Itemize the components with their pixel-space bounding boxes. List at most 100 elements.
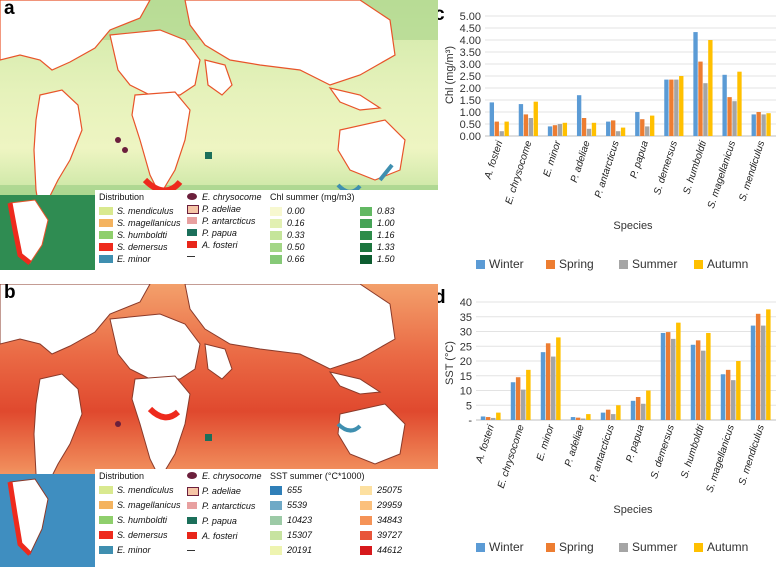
y-tick-label: 35 <box>460 312 472 324</box>
scale-label: 0.33 <box>287 230 305 240</box>
bar-winter <box>690 344 696 420</box>
category-label: S. humboldti <box>681 139 709 196</box>
bar-winter <box>630 400 636 420</box>
legend-item-label: P. papua <box>202 516 237 526</box>
scale-label: 5539 <box>287 500 308 510</box>
scale-label: 0.66 <box>287 254 305 264</box>
category-label: S. magellanicus <box>706 140 738 211</box>
bar-summer <box>615 131 621 136</box>
bar-autumn <box>676 322 681 420</box>
bar-summer <box>491 417 496 420</box>
scale-label: 29959 <box>377 500 403 510</box>
bar-summer <box>499 131 504 136</box>
y-axis-title: SST (°C) <box>444 341 456 385</box>
bar-winter <box>480 416 486 420</box>
legend-item-label: S. mendiculus <box>117 485 174 495</box>
y-tick-label: 2.00 <box>460 83 481 95</box>
legend-swatch <box>99 516 113 524</box>
legend-item-label: P. papua <box>202 228 237 238</box>
bar-spring <box>665 332 671 420</box>
bar-winter <box>664 79 669 136</box>
legend-label: Summer <box>632 257 677 271</box>
legend-swatch <box>99 207 113 215</box>
bar-autumn <box>586 414 591 420</box>
bar-spring <box>545 343 551 420</box>
sst-bar-chart: d - 5 10 15 20 25 30 35 40 A. fosteri E. chrysoco… <box>438 287 776 554</box>
legend-swatch-winter <box>476 543 485 552</box>
scale-label: 44612 <box>377 545 403 555</box>
category-label: P. antarcticus <box>593 140 622 200</box>
bar-autumn <box>504 121 509 136</box>
category-label: S. mendiculus <box>737 140 767 203</box>
category-label: A. fosteri <box>482 139 505 182</box>
legend-item-label: E. chrysocome <box>202 192 262 202</box>
category-label: E. minor <box>542 139 564 178</box>
category-label: S. demersus <box>652 140 680 197</box>
scale-swatch <box>360 501 372 510</box>
bar-autumn <box>526 369 531 420</box>
bar-summer <box>641 403 646 420</box>
y-tick-label: 1.00 <box>460 107 481 119</box>
bar-spring <box>695 340 701 420</box>
legend-item-label: P. adeliae <box>202 204 241 214</box>
scale-label: 1.16 <box>377 230 395 240</box>
y-tick-label: 5 <box>466 400 472 412</box>
scale-swatch <box>270 219 282 228</box>
panel-label-d: d <box>438 287 446 308</box>
legend-swatch <box>99 486 113 494</box>
bar-winter <box>606 121 611 136</box>
scale-label: 655 <box>287 485 303 495</box>
bar-spring <box>552 125 558 136</box>
bar-winter <box>540 352 546 420</box>
legend-label: Autumn <box>707 257 748 271</box>
bar-summer <box>611 414 616 420</box>
panel-label-b: b <box>4 284 16 303</box>
x-axis-title: Species <box>613 504 653 516</box>
scale-label: 1.00 <box>377 218 395 228</box>
y-tick-label: 5.00 <box>460 11 481 23</box>
scale-swatch <box>360 219 372 228</box>
y-tick-label: 1.50 <box>460 95 481 107</box>
legend-swatch <box>99 501 113 509</box>
x-axis-title: Species <box>613 220 653 232</box>
bar-winter <box>660 332 666 420</box>
category-label: E. chrysocome <box>496 423 527 490</box>
scale-label: 1.50 <box>377 254 395 264</box>
bar-spring <box>515 377 521 420</box>
scale-label: 34843 <box>377 515 403 525</box>
scale-label: 0.00 <box>287 206 305 216</box>
bar-spring <box>485 417 491 420</box>
y-tick-label: 30 <box>460 327 472 339</box>
legend-swatch <box>187 241 197 248</box>
panel-label-c: c <box>438 4 445 25</box>
bar-autumn <box>766 113 771 136</box>
scale-label: 20191 <box>287 545 313 555</box>
scale-swatch <box>360 516 372 525</box>
legend-swatch <box>99 255 113 263</box>
scale-swatch <box>360 486 372 495</box>
bar-autumn <box>736 361 741 420</box>
y-tick-label: 4.00 <box>460 35 481 47</box>
y-tick-label: 4.50 <box>460 23 481 35</box>
legend-item-label: E. minor <box>117 254 151 264</box>
chlorophyll-bar-chart: c 0.000.501.001.502.002.503.003.504.004.… <box>438 4 776 271</box>
bar-spring <box>756 112 761 136</box>
bar-winter <box>750 325 756 420</box>
legend-swatch <box>99 243 113 251</box>
legend-title: Distribution <box>99 471 145 481</box>
scale-swatch <box>270 531 282 540</box>
bar-spring <box>725 369 731 420</box>
bar-winter <box>720 374 726 420</box>
scale-swatch <box>270 231 282 240</box>
bar-spring <box>698 61 703 136</box>
scale-swatch <box>270 255 282 264</box>
legend-swatch <box>99 219 113 227</box>
scale-swatch <box>270 516 282 525</box>
bar-spring <box>575 417 581 420</box>
legend-swatch <box>99 231 113 239</box>
y-tick-label: 3.50 <box>460 47 481 59</box>
category-label: E. minor <box>535 423 557 462</box>
bar-winter <box>510 382 516 420</box>
bar-summer <box>557 124 563 136</box>
bar-autumn <box>562 122 568 136</box>
